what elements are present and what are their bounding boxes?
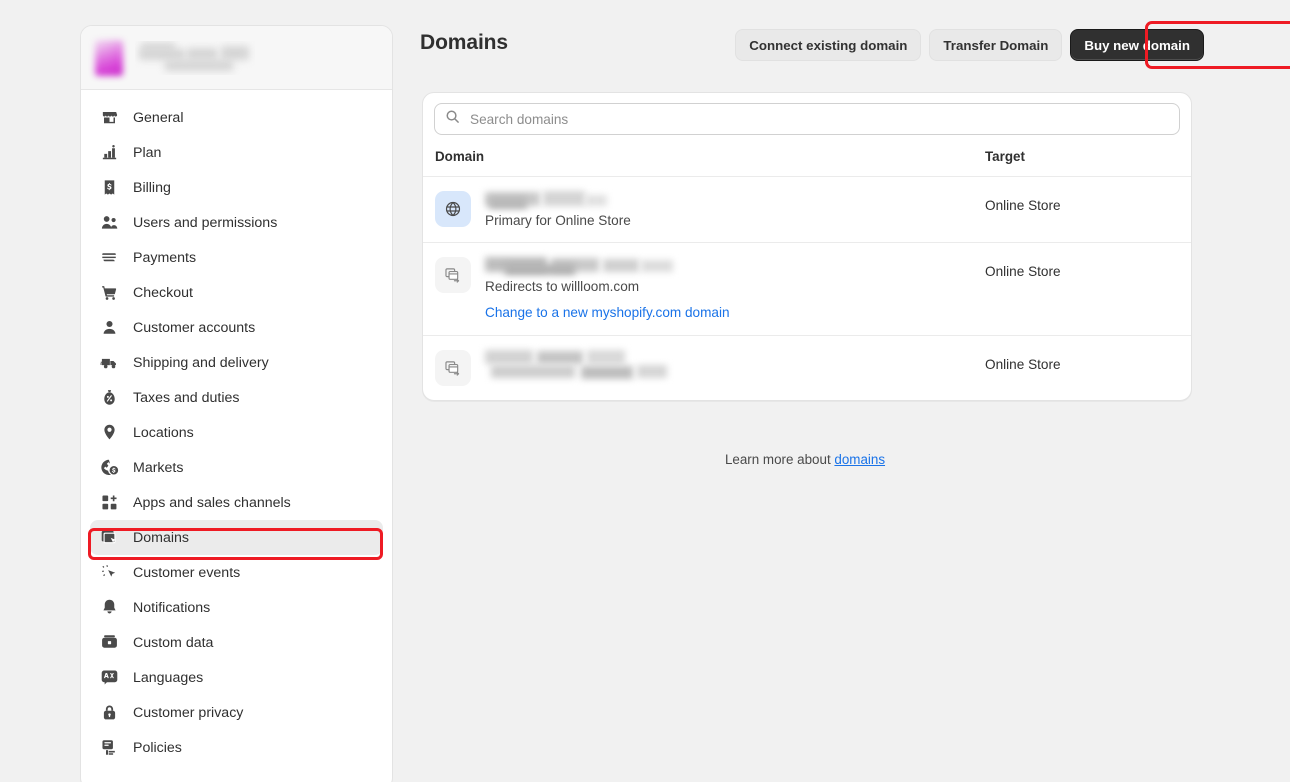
sidebar-item-label: Notifications bbox=[133, 599, 211, 616]
page-title: Domains bbox=[420, 31, 508, 54]
sidebar-item-users-and-permissions[interactable]: Users and permissions bbox=[90, 205, 383, 240]
table-header-row: Domain Target bbox=[423, 135, 1191, 176]
target-cell: Online Store bbox=[985, 198, 1061, 213]
sidebar-item-customer-events[interactable]: Customer events bbox=[90, 555, 383, 590]
domain-cell bbox=[485, 349, 985, 387]
domain-redirect-icon bbox=[435, 350, 471, 386]
apps-grid-plus-icon bbox=[99, 493, 119, 513]
sidebar-item-label: Checkout bbox=[133, 284, 193, 301]
column-header-domain: Domain bbox=[435, 149, 485, 164]
settings-sidebar: General Plan Billing Users and permissions P… bbox=[80, 25, 393, 782]
sidebar-item-label: Shipping and delivery bbox=[133, 354, 269, 371]
domain-name-redacted bbox=[485, 350, 985, 384]
sidebar-item-label: Locations bbox=[133, 424, 194, 441]
table-row[interactable]: Primary for Online Store Online Store bbox=[423, 176, 1191, 242]
sidebar-item-label: Payments bbox=[133, 249, 197, 266]
sidebar-item-taxes-and-duties[interactable]: Taxes and duties bbox=[90, 380, 383, 415]
domains-table-body: Primary for Online Store Online Store Redi… bbox=[423, 176, 1191, 400]
learn-more-text: Learn more about bbox=[724, 452, 835, 467]
globe-dollar-icon bbox=[99, 458, 119, 478]
header-actions: Connect existing domain Transfer Domain … bbox=[735, 29, 1204, 61]
sidebar-item-payments[interactable]: Payments bbox=[90, 240, 383, 275]
search-icon bbox=[445, 109, 460, 129]
translate-icon bbox=[99, 668, 119, 688]
sidebar-item-label: Customer privacy bbox=[133, 704, 244, 721]
payments-card-icon bbox=[99, 248, 119, 268]
table-row[interactable]: Redirects to willloom.com Change to a new… bbox=[423, 242, 1191, 335]
sidebar-item-general[interactable]: General bbox=[90, 100, 383, 135]
column-header-target: Target bbox=[985, 149, 1025, 164]
change-myshopify-domain-link[interactable]: Change to a new myshopify.com domain bbox=[485, 305, 730, 320]
search-input[interactable] bbox=[468, 110, 1169, 128]
target-cell: Online Store bbox=[985, 264, 1061, 279]
map-pin-icon bbox=[99, 423, 119, 443]
domain-subtitle: Redirects to willloom.com bbox=[485, 279, 640, 294]
transfer-domain-button[interactable]: Transfer Domain bbox=[929, 29, 1063, 61]
sidebar-item-label: Custom data bbox=[133, 634, 214, 651]
sidebar-item-label: Plan bbox=[133, 144, 162, 161]
sidebar-item-languages[interactable]: Languages bbox=[90, 660, 383, 695]
lock-icon bbox=[99, 703, 119, 723]
main-content: Domains Connect existing domain Transfer… bbox=[420, 0, 1290, 782]
sidebar-item-customer-accounts[interactable]: Customer accounts bbox=[90, 310, 383, 345]
sidebar-item-customer-privacy[interactable]: Customer privacy bbox=[90, 695, 383, 730]
sidebar-item-label: Markets bbox=[133, 459, 184, 476]
domain-name-redacted bbox=[485, 191, 985, 209]
domains-help-link[interactable]: domains bbox=[834, 452, 885, 467]
sidebar-item-markets[interactable]: Markets bbox=[90, 450, 383, 485]
search-section bbox=[423, 93, 1191, 135]
delivery-truck-icon bbox=[99, 353, 119, 373]
domain-subtitle: Primary for Online Store bbox=[485, 213, 631, 228]
learn-more-note: Learn more about domains bbox=[420, 452, 1190, 467]
sidebar-item-domains[interactable]: Domains bbox=[90, 520, 383, 555]
sidebar-item-label: Languages bbox=[133, 669, 204, 686]
sidebar-item-custom-data[interactable]: Custom data bbox=[90, 625, 383, 660]
domains-window-icon bbox=[99, 528, 119, 548]
sidebar-item-policies[interactable]: Policies bbox=[90, 730, 383, 765]
domain-name-redacted bbox=[485, 257, 985, 275]
sidebar-item-label: Customer accounts bbox=[133, 319, 256, 336]
sidebar-item-label: Customer events bbox=[133, 564, 241, 581]
sidebar-item-notifications[interactable]: Notifications bbox=[90, 590, 383, 625]
sidebar-item-billing[interactable]: Billing bbox=[90, 170, 383, 205]
sidebar-item-locations[interactable]: Locations bbox=[90, 415, 383, 450]
cursor-sparkle-icon bbox=[99, 563, 119, 583]
bell-icon bbox=[99, 598, 119, 618]
sidebar-item-label: General bbox=[133, 109, 184, 126]
tax-bag-percent-icon bbox=[99, 388, 119, 408]
connect-existing-domain-button[interactable]: Connect existing domain bbox=[735, 29, 922, 61]
sidebar-item-label: Policies bbox=[133, 739, 182, 756]
storefront-icon bbox=[99, 108, 119, 128]
domain-cell: Primary for Online Store bbox=[485, 190, 985, 229]
store-name-redacted bbox=[135, 41, 255, 75]
domain-cell: Redirects to willloom.com Change to a new… bbox=[485, 256, 985, 322]
store-logo bbox=[95, 39, 123, 76]
buy-new-domain-button[interactable]: Buy new domain bbox=[1070, 29, 1204, 61]
sidebar-item-label: Domains bbox=[133, 529, 189, 546]
domain-redirect-icon bbox=[435, 257, 471, 293]
shopping-cart-icon bbox=[99, 283, 119, 303]
table-row[interactable]: Online Store bbox=[423, 335, 1191, 400]
sidebar-item-label: Billing bbox=[133, 179, 171, 196]
sidebar-item-shipping-and-delivery[interactable]: Shipping and delivery bbox=[90, 345, 383, 380]
sidebar-item-apps-and-sales-channels[interactable]: Apps and sales channels bbox=[90, 485, 383, 520]
sidebar-item-checkout[interactable]: Checkout bbox=[90, 275, 383, 310]
users-icon bbox=[99, 213, 119, 233]
sidebar-item-label: Users and permissions bbox=[133, 214, 278, 231]
target-cell: Online Store bbox=[985, 357, 1061, 372]
search-domains-box[interactable] bbox=[434, 103, 1180, 135]
database-icon bbox=[99, 633, 119, 653]
globe-icon bbox=[435, 191, 471, 227]
app-page: General Plan Billing Users and permissions P… bbox=[0, 0, 1290, 782]
domains-card: Domain Target Primary for Online Store On… bbox=[422, 92, 1192, 401]
policy-document-icon bbox=[99, 738, 119, 758]
sidebar-item-label: Taxes and duties bbox=[133, 389, 240, 406]
sidebar-item-label: Apps and sales channels bbox=[133, 494, 291, 511]
store-header[interactable] bbox=[81, 26, 392, 90]
settings-nav: General Plan Billing Users and permissions P… bbox=[81, 90, 392, 765]
chart-bars-icon bbox=[99, 143, 119, 163]
person-icon bbox=[99, 318, 119, 338]
sidebar-item-plan[interactable]: Plan bbox=[90, 135, 383, 170]
receipt-dollar-icon bbox=[99, 178, 119, 198]
